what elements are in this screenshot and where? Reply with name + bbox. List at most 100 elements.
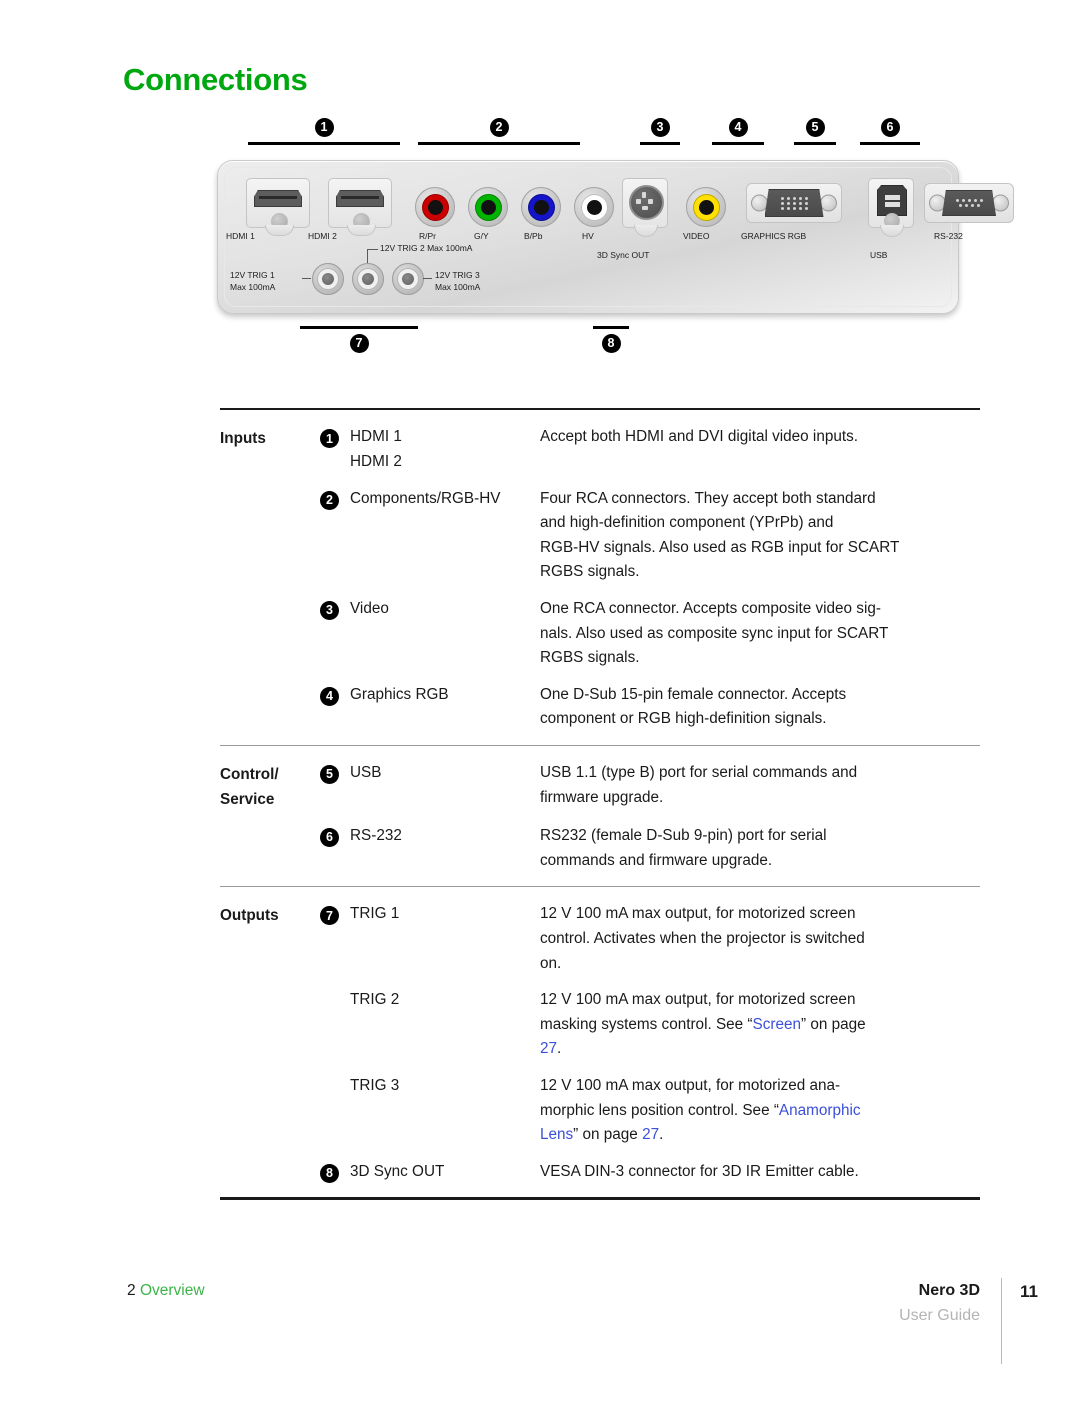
video-outer [686,187,726,227]
row-name-line: HDMI 2 [350,452,402,470]
table-section-outputs: Outputs 7 TRIG 1 12 V 100 mA max output,… [220,887,980,1197]
callout-number-3: 3 [650,118,670,137]
row-name-usb: USB [350,761,540,786]
row-name-3d-sync-out: 3D Sync OUT [350,1160,540,1185]
desc-line: firmware upgrade. [540,788,664,806]
cross-reference-link[interactable]: Anamorphic [779,1102,861,1119]
row-name-hdmi: HDMI 1 HDMI 2 [350,425,540,474]
footer-brand: Nero 3D [918,1282,980,1299]
din-pin-4 [642,206,648,210]
row-bullet-6: 6 [320,824,350,848]
rca-gy-core [480,199,496,215]
trig-2-label: 12V TRIG 2 Max 100mA [380,243,473,253]
row-desc-video: One RCA connector. Accepts composite vid… [540,597,980,671]
rca-rpr-ring [421,193,449,221]
video-core [698,199,714,215]
trig-1-mid [317,268,339,290]
cross-reference-link[interactable]: 27 [540,1040,557,1057]
group-label-inputs: Inputs [220,430,266,448]
trig-1-label-line2: Max 100mA [230,282,276,292]
row-name-line: 3D Sync OUT [350,1162,445,1180]
desc-line: commands and firmware upgrade. [540,851,773,869]
row-desc-trig3: 12 V 100 mA max output, for motorized an… [540,1074,980,1148]
desc-line: nals. Also used as composite sync input … [540,624,889,642]
desc-line: and high-definition component (YPrPb) an… [540,514,834,532]
desc-line: morphic lens position control. See “Anam… [540,1099,980,1124]
rca-rpr-label: R/Pr [419,231,436,241]
rca-rpr-jack [415,187,455,227]
desc-line: 12 V 100 mA max output, for motorized sc… [540,905,856,923]
trig-3-mid [397,268,419,290]
vga-pin-row-1 [780,196,808,200]
hdmi-2-port [328,178,392,236]
trig-3-jack [392,263,424,295]
cross-reference-link[interactable]: Screen [753,1016,801,1033]
trig-3-core [402,273,414,285]
3d-sync-out-label: 3D Sync OUT [597,250,650,260]
callout-rule-7 [300,326,418,329]
rca-gy-ring [474,193,502,221]
callout-rule-4 [712,142,764,145]
footer-guide: User Guide [899,1307,980,1324]
desc-text: morphic lens position control. See “ [540,1101,779,1119]
trig-3-outer [392,263,424,295]
row-bullet-7: 7 [320,902,350,926]
trig-2-leader-horiz [367,249,378,250]
rca-rpr-core [427,199,443,215]
trig-3-label-line1: 12V TRIG 3 [435,270,480,280]
table-row-graphics-rgb: 4 Graphics RGB One D-Sub 15-pin female c… [220,675,980,736]
graphics-rgb-label: GRAPHICS RGB [741,231,807,241]
desc-line: on. [540,954,562,972]
row-name-line: Graphics RGB [350,685,449,703]
trig-2-core [362,273,374,285]
desc-line: VESA DIN-3 connector for 3D IR Emitter c… [540,1162,859,1180]
footer-separator [1000,1278,1002,1364]
table-bottom-rule [220,1197,980,1200]
table-row-trig3: TRIG 3 12 V 100 mA max output, for motor… [220,1066,980,1152]
callout-rule-3 [640,142,680,145]
graphics-rgb-port [746,183,842,223]
desc-line: RGBS signals. [540,563,640,581]
desc-line: 27. [540,1037,980,1062]
rs232-connector-body [942,190,996,216]
row-desc-rs232: RS232 (female D-Sub 9-pin) port for seri… [540,824,980,873]
hdmi-2-label: HDMI 2 [308,231,337,241]
desc-text: 12 V 100 mA max output, for motorized an… [540,1077,841,1095]
callout-rule-2 [418,142,580,145]
cross-reference-link[interactable]: Lens [540,1126,573,1143]
callout-4: 4 [712,118,764,145]
desc-text: 12 V 100 mA max output, for motorized sc… [540,991,856,1009]
callout-7: 7 [300,326,418,353]
trig-1-leader [302,278,311,279]
trig-3-label-line2: Max 100mA [435,282,481,292]
page-title: Connections [123,62,308,97]
rs232-port [924,183,1014,223]
hdmi-2-housing [328,178,392,236]
din-pin-2 [642,192,646,198]
row-desc-hdmi: Accept both HDMI and DVI digital video i… [540,425,980,450]
row-desc-usb: USB 1.1 (type B) port for serial command… [540,761,980,810]
callout-number-2: 2 [489,118,509,137]
hdmi-2-slot [336,190,384,207]
row-desc-components: Four RCA connectors. They accept both st… [540,487,980,585]
table-row-usb: Control/ Service 5 USB USB 1.1 (type B) … [220,753,980,816]
vga-screw-left [751,194,768,212]
row-name-line: RS-232 [350,827,402,845]
rca-hv-core [586,199,602,215]
callout-number-1: 1 [314,118,334,137]
row-name-trig1: TRIG 1 [350,902,540,927]
rca-gy-label: G/Y [474,231,489,241]
cross-reference-link[interactable]: 27 [642,1126,659,1143]
vga-housing [746,183,842,223]
usb-bar-bottom [884,201,900,207]
row-bullet-none [320,1074,350,1078]
trig-3-leader [423,278,432,279]
desc-text: . [659,1126,664,1144]
desc-line: One D-Sub 15-pin female connector. Accep… [540,685,847,703]
usb-label: USB [870,250,888,260]
callout-rule-6 [860,142,920,145]
footer-page-number: 11 [1020,1282,1038,1301]
callout-number-4: 4 [728,118,748,137]
3d-sync-out-port [622,178,668,237]
